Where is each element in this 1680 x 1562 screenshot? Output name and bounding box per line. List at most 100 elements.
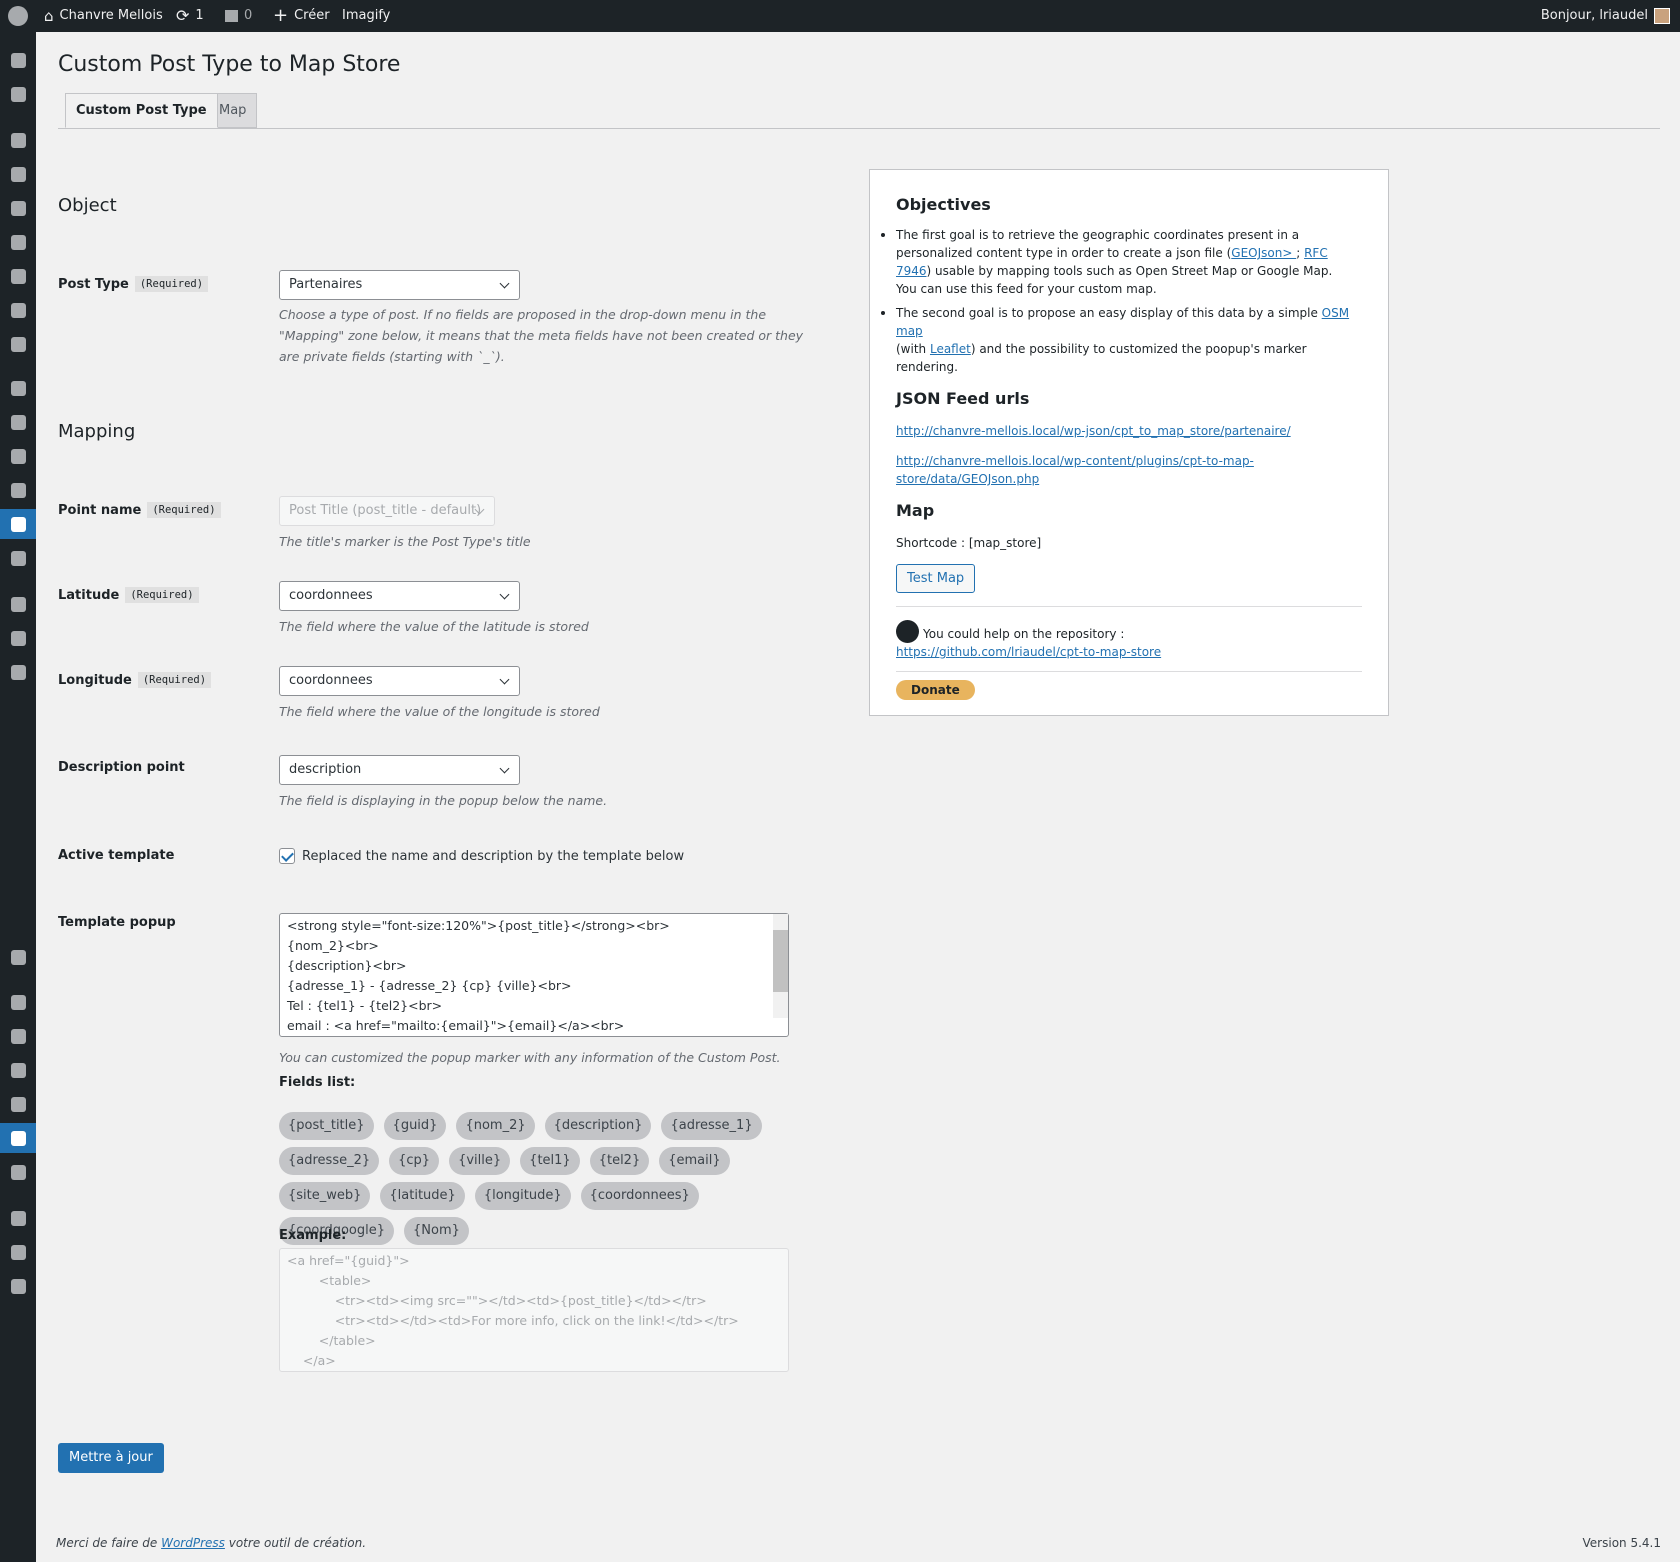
field-chip[interactable]: {site_web}: [279, 1182, 371, 1210]
field-chip[interactable]: {description}: [544, 1112, 652, 1140]
sidebar-item[interactable]: [0, 623, 36, 653]
mail-icon: [10, 949, 26, 965]
point-name-description: The title's marker is the Post Type's ti…: [279, 534, 531, 549]
sidebar-item[interactable]: [0, 295, 36, 325]
label-text: Post Type: [58, 276, 129, 292]
field-chip[interactable]: {adresse_2}: [279, 1147, 380, 1175]
test-map-button[interactable]: Test Map: [896, 564, 976, 593]
sidebar-item[interactable]: [0, 1157, 36, 1187]
plugins-icon: [10, 1028, 26, 1044]
field-chip[interactable]: {latitude}: [380, 1182, 465, 1210]
field-chip[interactable]: {guid}: [383, 1112, 447, 1140]
text: Merci de faire de: [56, 1536, 162, 1550]
template-popup-textarea[interactable]: <strong style="font-size:120%">{post_tit…: [279, 913, 789, 1037]
sidebar-item[interactable]: [0, 987, 36, 1017]
updates-link[interactable]: ⟳ 1: [176, 0, 204, 32]
field-chip[interactable]: {cp}: [389, 1147, 440, 1175]
description-point-select[interactable]: description: [279, 755, 520, 785]
sidebar-item[interactable]: [0, 1089, 36, 1119]
longitude-description: The field where the value of the longitu…: [279, 704, 600, 719]
sidebar-item[interactable]: [0, 227, 36, 257]
textarea-scrollbar[interactable]: [773, 914, 788, 1018]
sidebar-item[interactable]: [0, 373, 36, 403]
sidebar-item[interactable]: [0, 261, 36, 291]
field-chip[interactable]: {tel2}: [589, 1147, 650, 1175]
sidebar-item[interactable]: [0, 1237, 36, 1267]
shortcode-line: Shortcode : [map_store]: [896, 534, 1362, 552]
tab-custom-post-type[interactable]: Custom Post Type: [65, 93, 218, 128]
sidebar-item[interactable]: [0, 193, 36, 223]
sidebar-item[interactable]: [0, 45, 36, 75]
label-text: Point name: [58, 502, 142, 518]
tools-icon: [10, 380, 26, 396]
field-chip[interactable]: {tel1}: [520, 1147, 580, 1175]
geojson-php-link[interactable]: http://chanvre-mellois.local/wp-content/…: [896, 454, 1254, 486]
sidebar-item[interactable]: [0, 1055, 36, 1085]
sidebar-item[interactable]: [0, 1123, 36, 1153]
active-template-checkbox[interactable]: [279, 848, 295, 864]
settings-icon: [10, 1096, 26, 1112]
objectives-heading: Objectives: [896, 195, 991, 214]
sidebar-item[interactable]: [0, 543, 36, 573]
play-icon: [10, 664, 26, 680]
field-chip[interactable]: {email}: [659, 1147, 730, 1175]
comments-link[interactable]: 0: [225, 0, 252, 32]
sidebar-item[interactable]: [0, 125, 36, 155]
sidebar-item[interactable]: [0, 942, 36, 972]
label-text: Longitude: [58, 672, 132, 688]
table-icon: [10, 1164, 26, 1180]
post-type-description: Choose a type of post. If no fields are …: [279, 307, 804, 364]
field-chip[interactable]: {ville}: [449, 1147, 511, 1175]
longitude-select[interactable]: coordonnees: [279, 666, 520, 696]
active-template-option: Replaced the name and description by the…: [279, 848, 684, 864]
wordpress-logo-icon[interactable]: [8, 0, 28, 32]
divider: [896, 606, 1362, 607]
sidebar-item[interactable]: [0, 79, 36, 109]
divider: [896, 671, 1362, 672]
imagify-link[interactable]: Imagify: [342, 0, 390, 32]
sidebar-item[interactable]: [0, 1271, 36, 1301]
sidebar-item[interactable]: [0, 1021, 36, 1051]
github-icon: [896, 620, 919, 643]
greeting: Bonjour, lriaudel: [1540, 8, 1648, 23]
json-url-link[interactable]: http://chanvre-mellois.local/wp-json/cpt…: [896, 424, 1291, 438]
repository-link[interactable]: https://github.com/lriaudel/cpt-to-map-s…: [896, 645, 1161, 659]
leaflet-link[interactable]: Leaflet: [930, 342, 971, 356]
geojson-link[interactable]: GEOJson>: [1231, 246, 1296, 260]
sidebar-item[interactable]: [0, 441, 36, 471]
new-content-link[interactable]: + Créer: [273, 0, 330, 32]
field-chip[interactable]: {Nom}: [404, 1217, 469, 1245]
donate-button[interactable]: Donate: [896, 680, 975, 700]
forms-icon: [10, 302, 26, 318]
example-label: Example:: [279, 1228, 347, 1243]
sidebar-item[interactable]: [0, 329, 36, 359]
latitude-select[interactable]: coordonnees: [279, 581, 520, 611]
plugin-flame-icon: [10, 166, 26, 182]
sidebar-item[interactable]: [0, 159, 36, 189]
field-chip[interactable]: {post_title}: [279, 1112, 374, 1140]
comments-count: 0: [244, 8, 253, 23]
sidebar-item[interactable]: [0, 1203, 36, 1233]
text: You can use this feed for your custom ma…: [896, 282, 1157, 296]
required-badge: (Required): [134, 276, 209, 292]
home-icon: ⌂: [44, 7, 54, 25]
template-description: You can customized the popup marker with…: [279, 1050, 781, 1065]
wordpress-link[interactable]: WordPress: [161, 1536, 225, 1550]
field-chip[interactable]: {coordonnees}: [580, 1182, 699, 1210]
checkbox-label[interactable]: Replaced the name and description by the…: [302, 849, 684, 864]
text: (with: [896, 342, 930, 356]
updates-count: 1: [195, 8, 204, 23]
sidebar-item[interactable]: [0, 475, 36, 505]
sidebar-item[interactable]: [0, 509, 36, 539]
sidebar-item[interactable]: [0, 407, 36, 437]
mail-icon: [10, 336, 26, 352]
sidebar-item[interactable]: [0, 657, 36, 687]
sidebar-item[interactable]: [0, 589, 36, 619]
update-button[interactable]: Mettre à jour: [58, 1443, 164, 1473]
field-chip[interactable]: {adresse_1}: [661, 1112, 762, 1140]
account-menu[interactable]: Bonjour, lriaudel: [1541, 0, 1670, 32]
site-name-link[interactable]: ⌂ Chanvre Mellois: [44, 0, 163, 32]
field-chip[interactable]: {longitude}: [474, 1182, 571, 1210]
field-chip[interactable]: {nom_2}: [456, 1112, 535, 1140]
post-type-select[interactable]: Partenaires: [279, 270, 520, 300]
